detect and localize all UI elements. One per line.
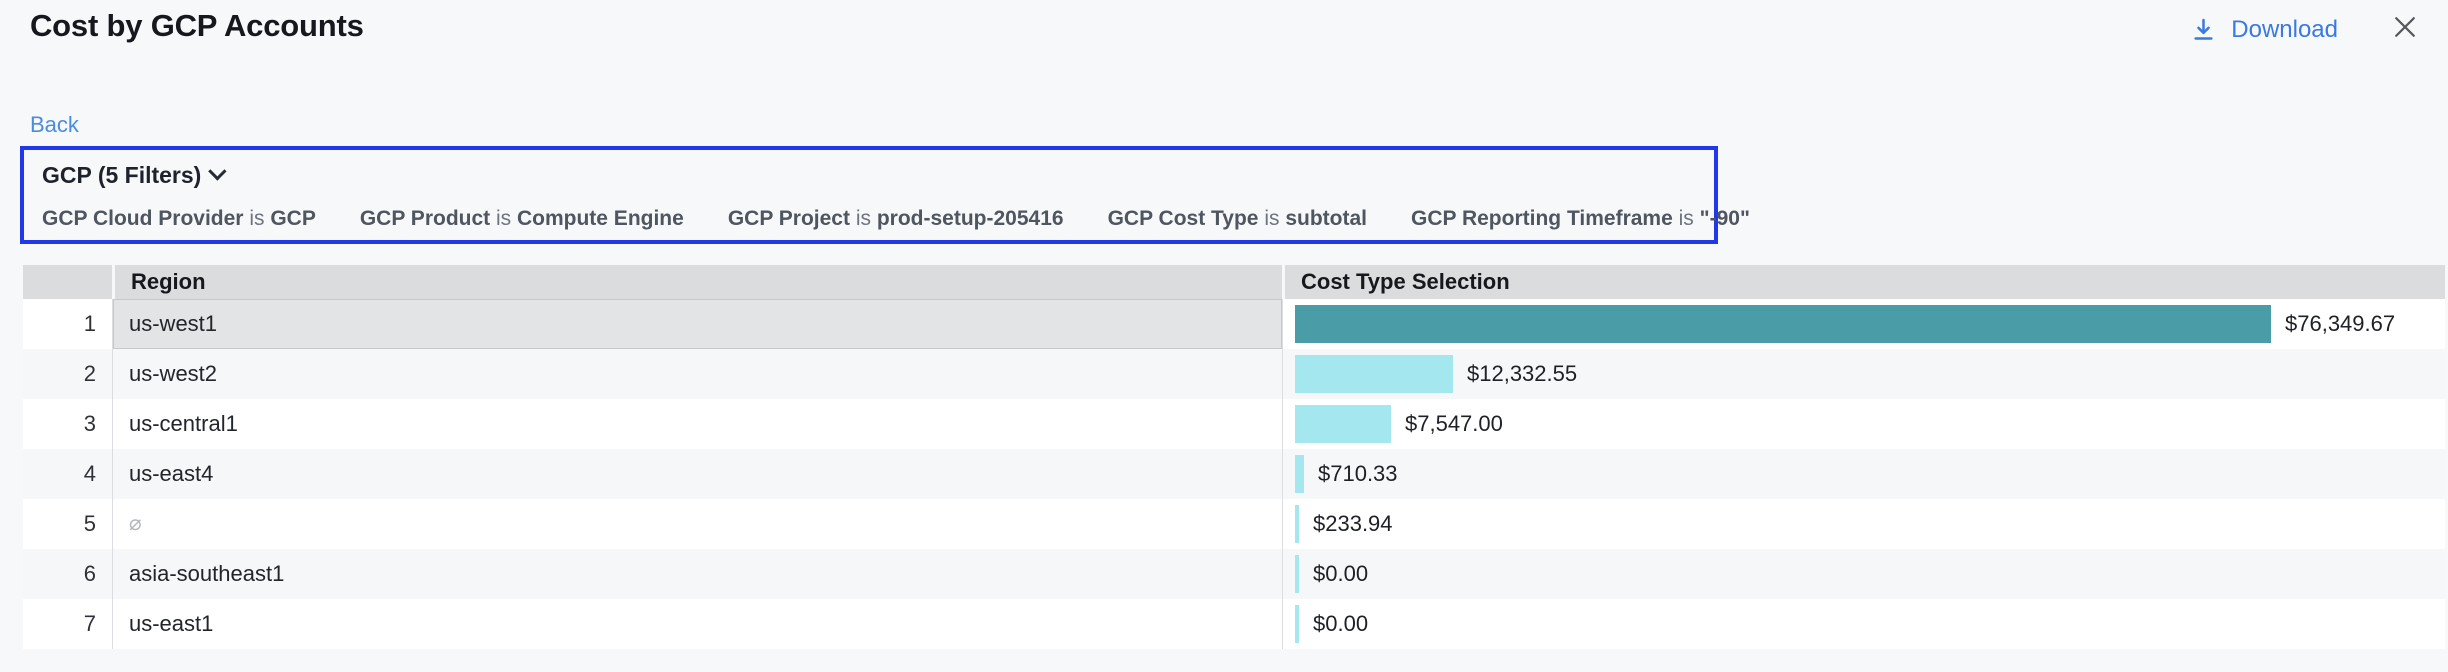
- table-header: Region Cost Type Selection: [23, 265, 2445, 299]
- close-icon: [2390, 12, 2420, 47]
- region-cell[interactable]: us-central1: [112, 399, 1282, 449]
- cost-bar[interactable]: [1295, 305, 2271, 343]
- filter-item[interactable]: GCP Project is prod-setup-205416: [728, 207, 1064, 231]
- page-title: Cost by GCP Accounts: [30, 8, 364, 44]
- cost-bar[interactable]: [1295, 505, 1299, 543]
- close-button[interactable]: [2390, 12, 2420, 47]
- column-header-index: [23, 265, 112, 299]
- cost-chart-cell: $76,349.67: [1282, 299, 2445, 349]
- filter-field-name: GCP Product: [360, 207, 490, 230]
- download-icon: [2190, 16, 2217, 43]
- cost-chart-cell: $7,547.00: [1282, 399, 2445, 449]
- table-row: 6asia-southeast1 $0.00: [23, 549, 2445, 599]
- cost-bar[interactable]: [1295, 355, 1453, 393]
- table-row: 2us-west2 $12,332.55: [23, 349, 2445, 399]
- filter-operator: is: [850, 207, 877, 230]
- cost-bar[interactable]: [1295, 405, 1391, 443]
- region-cell[interactable]: ⌀: [112, 499, 1282, 549]
- back-link[interactable]: Back: [30, 112, 79, 138]
- region-cell[interactable]: us-east1: [112, 599, 1282, 649]
- column-header-region: Region: [112, 265, 1282, 299]
- row-index: 4: [23, 449, 112, 499]
- cost-chart-cell: $710.33: [1282, 449, 2445, 499]
- cost-bar[interactable]: [1295, 555, 1299, 593]
- row-index: 7: [23, 599, 112, 649]
- filter-operator: is: [243, 207, 270, 230]
- cost-value-label: $7,547.00: [1405, 411, 1503, 437]
- table-row: 1us-west1 $76,349.67: [23, 299, 2445, 349]
- filter-operator: is: [490, 207, 517, 230]
- filter-item[interactable]: GCP Cost Type is subtotal: [1108, 207, 1367, 231]
- filter-item[interactable]: GCP Product is Compute Engine: [360, 207, 684, 231]
- row-index: 1: [23, 299, 112, 349]
- filter-summary-toggle[interactable]: GCP (5 Filters): [42, 162, 226, 189]
- filter-field-name: GCP Project: [728, 207, 850, 230]
- cost-value-label: $0.00: [1313, 561, 1368, 587]
- filter-value: Compute Engine: [517, 207, 684, 230]
- cost-value-label: $710.33: [1318, 461, 1398, 487]
- cost-value-label: $12,332.55: [1467, 361, 1577, 387]
- row-index: 2: [23, 349, 112, 399]
- cost-bar[interactable]: [1295, 455, 1304, 493]
- table-row: 7us-east1 $0.00: [23, 599, 2445, 649]
- filter-value: "-90": [1700, 207, 1750, 230]
- filter-item[interactable]: GCP Reporting Timeframe is "-90": [1411, 207, 1750, 231]
- top-actions: Download: [2190, 12, 2420, 47]
- region-cell[interactable]: us-west1: [112, 299, 1282, 349]
- filter-field-name: GCP Cloud Provider: [42, 207, 243, 230]
- row-index: 6: [23, 549, 112, 599]
- download-button[interactable]: Download: [2190, 16, 2338, 44]
- download-label: Download: [2231, 16, 2338, 44]
- table-row: 4us-east4 $710.33: [23, 449, 2445, 499]
- cost-chart-cell: $0.00: [1282, 599, 2445, 649]
- region-cell[interactable]: us-east4: [112, 449, 1282, 499]
- region-cell[interactable]: asia-southeast1: [112, 549, 1282, 599]
- table-row: 3us-central1 $7,547.00: [23, 399, 2445, 449]
- table-body: 1us-west1$76,349.672us-west2$12,332.553u…: [23, 299, 2445, 649]
- row-index: 3: [23, 399, 112, 449]
- chevron-down-icon: [209, 162, 227, 180]
- cost-bar[interactable]: [1295, 605, 1299, 643]
- filter-operator: is: [1673, 207, 1700, 230]
- filter-value: GCP: [270, 207, 316, 230]
- filter-items: GCP Cloud Provider is GCP GCP Product is …: [42, 207, 1696, 231]
- region-cell[interactable]: us-west2: [112, 349, 1282, 399]
- table-row: 5⌀ $233.94: [23, 499, 2445, 549]
- row-index: 5: [23, 499, 112, 549]
- filter-box: GCP (5 Filters) GCP Cloud Provider is GC…: [20, 146, 1718, 244]
- cost-table: Region Cost Type Selection 1us-west1 $76,…: [23, 265, 2445, 649]
- filter-item[interactable]: GCP Cloud Provider is GCP: [42, 207, 316, 231]
- filter-field-name: GCP Cost Type: [1108, 207, 1259, 230]
- filter-value: prod-setup-205416: [877, 207, 1064, 230]
- cost-panel: Cost by GCP Accounts Download Back: [0, 0, 2448, 672]
- filter-operator: is: [1258, 207, 1285, 230]
- filter-field-name: GCP Reporting Timeframe: [1411, 207, 1673, 230]
- cost-value-label: $233.94: [1313, 511, 1393, 537]
- cost-chart-cell: $233.94: [1282, 499, 2445, 549]
- cost-value-label: $0.00: [1313, 611, 1368, 637]
- filter-summary-label: GCP (5 Filters): [42, 162, 201, 189]
- column-header-cost-type-selection: Cost Type Selection: [1282, 265, 2445, 299]
- cost-chart-cell: $0.00: [1282, 549, 2445, 599]
- filter-value: subtotal: [1285, 207, 1367, 230]
- cost-value-label: $76,349.67: [2285, 311, 2395, 337]
- cost-chart-cell: $12,332.55: [1282, 349, 2445, 399]
